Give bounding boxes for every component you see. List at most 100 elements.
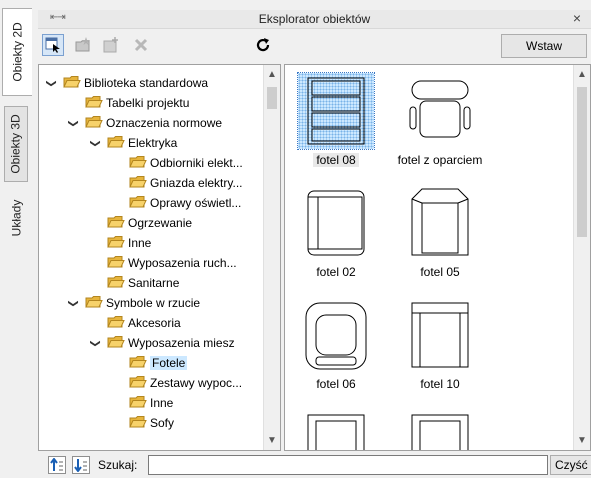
select-objects-button[interactable] xyxy=(42,34,64,56)
fotel-06-thumbnail xyxy=(298,297,374,373)
folder-icon xyxy=(129,175,147,192)
tree-item-label: Inne xyxy=(150,396,174,410)
folder-icon xyxy=(107,235,125,252)
tab-obiekty-3d-label: Obiekty 3D xyxy=(9,114,24,174)
armchair-thumbnail xyxy=(402,409,478,450)
tree-item[interactable]: Ogrzewanie xyxy=(89,213,192,233)
tree-item[interactable]: Sofy xyxy=(111,413,174,433)
refresh-button[interactable] xyxy=(252,34,274,56)
search-bar: Szukaj: Czyść xyxy=(38,453,591,478)
folder-icon xyxy=(107,215,125,232)
tree-item-label: Gniazda elektry... xyxy=(150,176,243,190)
tree-item-label: Inne xyxy=(128,236,152,250)
tree-item[interactable]: ❯ Oznaczenia normowe xyxy=(67,113,222,133)
library-tree[interactable]: ❯ Biblioteka standardowa Tabelki projektu ❯… xyxy=(38,64,281,451)
folder-icon xyxy=(63,75,81,92)
fotel-05-thumbnail xyxy=(402,185,478,261)
chevron-down-icon[interactable]: ❯ xyxy=(46,77,57,89)
tree-item-label: Sofy xyxy=(150,416,175,430)
folder-icon xyxy=(107,315,125,332)
grid-item-label: fotel 10 xyxy=(420,377,460,391)
new-folder-button[interactable] xyxy=(100,34,122,56)
insert-button[interactable]: Wstaw xyxy=(501,34,587,58)
add-favorite-button[interactable] xyxy=(72,34,94,56)
grid-item[interactable]: fotel 10 xyxy=(395,297,485,391)
tree-item-label: Zestawy wypoc... xyxy=(150,376,243,390)
tree-item[interactable]: Sanitarne xyxy=(89,273,179,293)
chevron-down-icon[interactable]: ❯ xyxy=(68,297,79,309)
tree-item-label: Symbole w rzucie xyxy=(106,296,201,310)
grid-item[interactable]: fotel 02 xyxy=(291,185,381,279)
folder-icon xyxy=(85,95,103,112)
tree-item[interactable]: Odbiorniki elekt... xyxy=(111,153,243,173)
tree-item-label: Sanitarne xyxy=(128,276,180,290)
grid-scroll-up-icon[interactable]: ▲ xyxy=(574,69,590,80)
tree-item[interactable]: Inne xyxy=(111,393,173,413)
fotel-02-thumbnail xyxy=(298,185,374,261)
folder-icon xyxy=(129,415,147,432)
tree-item[interactable]: Oprawy oświetl... xyxy=(111,193,241,213)
toolbar: Wstaw xyxy=(38,30,591,62)
close-icon[interactable]: × xyxy=(573,10,581,26)
grid-scrollbar[interactable]: ▲ ▼ xyxy=(573,65,590,450)
grid-item[interactable]: fotel 06 xyxy=(291,297,381,391)
tree-item-label: Wyposazenia ruch... xyxy=(128,256,237,270)
tree-item-label: Wyposazenia miesz xyxy=(128,336,235,350)
move-up-button[interactable] xyxy=(48,456,66,474)
tree-item-label: Odbiorniki elekt... xyxy=(150,156,243,170)
search-input[interactable] xyxy=(148,455,548,475)
scroll-down-icon[interactable]: ▼ xyxy=(264,435,280,446)
tree-item[interactable]: Zestawy wypoc... xyxy=(111,373,242,393)
object-grid[interactable]: fotel 08 fotel z oparciem fotel 02 fotel 05… xyxy=(284,64,591,451)
grid-scroll-down-icon[interactable]: ▼ xyxy=(574,435,590,446)
move-down-button[interactable] xyxy=(72,456,90,474)
tree-item-label: Fotele xyxy=(150,356,188,370)
tree-item[interactable]: Gniazda elektry... xyxy=(111,173,242,193)
folder-icon xyxy=(107,335,125,352)
tree-item[interactable]: ❯ Wyposazenia miesz xyxy=(89,333,235,353)
delete-icon xyxy=(134,38,148,52)
folder-icon xyxy=(129,375,147,392)
folder-star-icon xyxy=(75,37,90,52)
folder-icon xyxy=(107,255,125,272)
grid-item-label: fotel 05 xyxy=(420,265,460,279)
folder-icon xyxy=(85,115,103,132)
tree-scrollbar[interactable]: ▲ ▼ xyxy=(263,65,280,450)
side-tabs: Obiekty 2D Obiekty 3D Układy xyxy=(0,0,32,478)
tree-item[interactable]: ❯ Biblioteka standardowa xyxy=(45,73,208,93)
folder-icon xyxy=(107,275,125,292)
tab-obiekty-2d-label: Obiekty 2D xyxy=(10,22,25,82)
tree-item-label: Akcesoria xyxy=(128,316,181,330)
grid-scroll-thumb[interactable] xyxy=(577,87,587,237)
tree-item[interactable]: ❯ Symbole w rzucie xyxy=(67,293,200,313)
tree-item[interactable]: ❯ Elektryka xyxy=(89,133,177,153)
folder-icon xyxy=(129,355,147,372)
tree-item[interactable]: Akcesoria xyxy=(89,313,181,333)
tree-item[interactable]: Inne xyxy=(89,233,151,253)
tree-item[interactable]: Wyposazenia ruch... xyxy=(89,253,237,273)
tab-obiekty-3d[interactable]: Obiekty 3D xyxy=(4,106,28,182)
tree-item-label: Oprawy oświetl... xyxy=(150,196,242,210)
grid-item-label: fotel 02 xyxy=(316,265,356,279)
delete-button[interactable] xyxy=(130,34,152,56)
tab-uklady[interactable]: Układy xyxy=(4,190,28,246)
tree-item[interactable]: Tabelki projektu xyxy=(67,93,189,113)
clear-button[interactable]: Czyść xyxy=(550,455,591,475)
tab-uklady-label: Układy xyxy=(9,199,23,237)
grid-item[interactable]: fotel 05 xyxy=(395,185,485,279)
tree-item[interactable]: Fotele xyxy=(111,353,188,373)
grid-item[interactable]: fotel 08 xyxy=(291,72,381,167)
refresh-icon xyxy=(256,38,270,52)
chevron-down-icon[interactable]: ❯ xyxy=(90,137,101,149)
scroll-thumb[interactable] xyxy=(267,87,277,109)
tree-item-label: Tabelki projektu xyxy=(106,96,190,110)
chevron-down-icon[interactable]: ❯ xyxy=(90,337,101,349)
tree-item-label: Elektryka xyxy=(128,136,178,150)
grid-item-partial[interactable] xyxy=(395,409,485,450)
tab-obiekty-2d[interactable]: Obiekty 2D xyxy=(2,8,32,96)
chevron-down-icon[interactable]: ❯ xyxy=(68,117,79,129)
scroll-up-icon[interactable]: ▲ xyxy=(264,69,280,80)
grid-item[interactable]: fotel z oparciem xyxy=(395,73,485,167)
panel-title: Eksplorator obiektów xyxy=(258,12,371,26)
grid-item-partial[interactable] xyxy=(291,409,381,450)
